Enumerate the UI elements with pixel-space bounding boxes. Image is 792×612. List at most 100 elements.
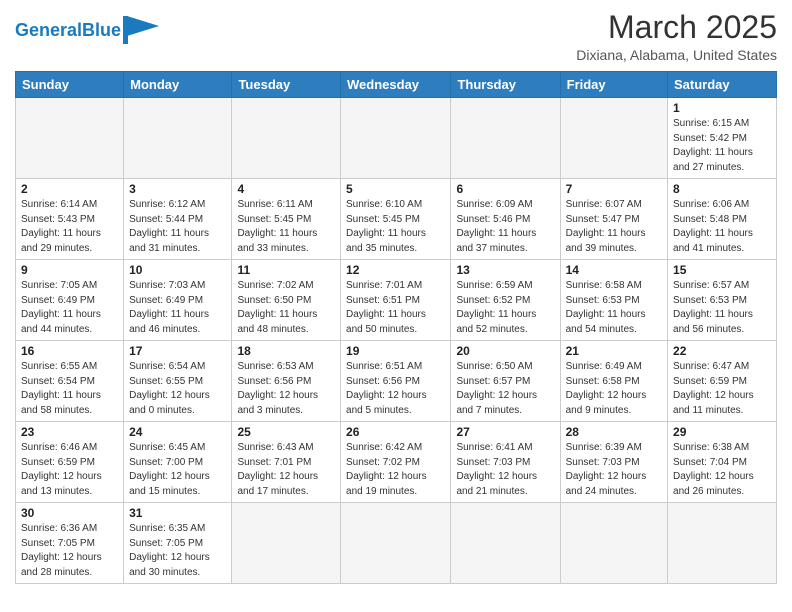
weekday-thursday: Thursday [451,72,560,98]
calendar-cell [560,503,667,584]
calendar-cell [232,503,341,584]
calendar-cell: 28Sunrise: 6:39 AM Sunset: 7:03 PM Dayli… [560,422,667,503]
day-number: 18 [237,344,335,358]
calendar-week-3: 9Sunrise: 7:05 AM Sunset: 6:49 PM Daylig… [16,260,777,341]
day-info: Sunrise: 6:45 AM Sunset: 7:00 PM Dayligh… [129,441,226,499]
calendar-cell: 27Sunrise: 6:41 AM Sunset: 7:03 PM Dayli… [451,422,560,503]
day-number: 24 [129,425,226,439]
month-title: March 2025 [576,10,777,45]
day-info: Sunrise: 6:58 AM Sunset: 6:53 PM Dayligh… [566,279,662,337]
day-number: 15 [673,263,771,277]
calendar-week-6: 30 Sunrise: 6:36 AM Sunset: 7:05 PM Dayli… [16,503,777,584]
day-info: Sunrise: 6:10 AM Sunset: 5:45 PM Dayligh… [346,198,445,256]
day-info: Sunrise: 6:57 AM Sunset: 6:53 PM Dayligh… [673,279,771,337]
header: GeneralBlue March 2025 Dixiana, Alabama,… [15,10,777,63]
day-number: 11 [237,263,335,277]
calendar-cell [16,98,124,179]
day-number: 22 [673,344,771,358]
day-info: Sunrise: 6:55 AM Sunset: 6:54 PM Dayligh… [21,360,118,418]
day-number: 2 [21,182,118,196]
logo-text: GeneralBlue [15,20,121,41]
calendar-cell: 11Sunrise: 7:02 AM Sunset: 6:50 PM Dayli… [232,260,341,341]
calendar: Sunday Monday Tuesday Wednesday Thursday… [15,71,777,584]
page: GeneralBlue March 2025 Dixiana, Alabama,… [0,0,792,599]
calendar-cell: 20 Sunrise: 6:50 AM Sunset: 6:57 PM Dayli… [451,341,560,422]
calendar-cell: 5 Sunrise: 6:10 AM Sunset: 5:45 PM Daylig… [341,179,451,260]
weekday-friday: Friday [560,72,667,98]
calendar-cell [341,503,451,584]
day-number: 3 [129,182,226,196]
day-number: 1 [673,101,771,115]
calendar-cell [451,503,560,584]
day-number: 29 [673,425,771,439]
title-block: March 2025 Dixiana, Alabama, United Stat… [576,10,777,63]
weekday-saturday: Saturday [668,72,777,98]
day-info: Sunrise: 6:35 AM Sunset: 7:05 PM Dayligh… [129,522,226,580]
calendar-cell: 8Sunrise: 6:06 AM Sunset: 5:48 PM Daylig… [668,179,777,260]
calendar-cell: 16Sunrise: 6:55 AM Sunset: 6:54 PM Dayli… [16,341,124,422]
weekday-sunday: Sunday [16,72,124,98]
logo-blue: Blue [82,20,121,40]
calendar-header: Sunday Monday Tuesday Wednesday Thursday… [16,72,777,98]
day-number: 9 [21,263,118,277]
day-info: Sunrise: 6:47 AM Sunset: 6:59 PM Dayligh… [673,360,771,418]
calendar-cell: 17 Sunrise: 6:54 AM Sunset: 6:55 PM Dayli… [124,341,232,422]
day-number: 7 [566,182,662,196]
day-info: Sunrise: 6:39 AM Sunset: 7:03 PM Dayligh… [566,441,662,499]
weekday-tuesday: Tuesday [232,72,341,98]
day-number: 20 [456,344,554,358]
day-number: 19 [346,344,445,358]
calendar-cell: 19 Sunrise: 6:51 AM Sunset: 6:56 PM Dayli… [341,341,451,422]
calendar-cell: 25 Sunrise: 6:43 AM Sunset: 7:01 PM Dayli… [232,422,341,503]
day-number: 10 [129,263,226,277]
day-number: 6 [456,182,554,196]
day-info: Sunrise: 7:01 AM Sunset: 6:51 PM Dayligh… [346,279,445,337]
calendar-cell: 30 Sunrise: 6:36 AM Sunset: 7:05 PM Dayli… [16,503,124,584]
weekday-row: Sunday Monday Tuesday Wednesday Thursday… [16,72,777,98]
weekday-wednesday: Wednesday [341,72,451,98]
day-number: 4 [237,182,335,196]
day-info: Sunrise: 6:50 AM Sunset: 6:57 PM Dayligh… [456,360,554,418]
day-number: 14 [566,263,662,277]
calendar-cell [560,98,667,179]
day-number: 12 [346,263,445,277]
calendar-cell: 3 Sunrise: 6:12 AM Sunset: 5:44 PM Daylig… [124,179,232,260]
calendar-cell [668,503,777,584]
logo-general: General [15,20,82,40]
day-info: Sunrise: 6:12 AM Sunset: 5:44 PM Dayligh… [129,198,226,256]
calendar-cell: 24 Sunrise: 6:45 AM Sunset: 7:00 PM Dayli… [124,422,232,503]
day-info: Sunrise: 6:11 AM Sunset: 5:45 PM Dayligh… [237,198,335,256]
day-info: Sunrise: 6:09 AM Sunset: 5:46 PM Dayligh… [456,198,554,256]
day-info: Sunrise: 6:59 AM Sunset: 6:52 PM Dayligh… [456,279,554,337]
day-number: 13 [456,263,554,277]
calendar-cell: 9Sunrise: 7:05 AM Sunset: 6:49 PM Daylig… [16,260,124,341]
location: Dixiana, Alabama, United States [576,47,777,63]
logo: GeneralBlue [15,16,159,44]
day-info: Sunrise: 6:54 AM Sunset: 6:55 PM Dayligh… [129,360,226,418]
day-info: Sunrise: 6:49 AM Sunset: 6:58 PM Dayligh… [566,360,662,418]
day-info: Sunrise: 6:43 AM Sunset: 7:01 PM Dayligh… [237,441,335,499]
calendar-week-5: 23Sunrise: 6:46 AM Sunset: 6:59 PM Dayli… [16,422,777,503]
calendar-week-1: 1Sunrise: 6:15 AM Sunset: 5:42 PM Daylig… [16,98,777,179]
calendar-cell: 2Sunrise: 6:14 AM Sunset: 5:43 PM Daylig… [16,179,124,260]
day-number: 25 [237,425,335,439]
day-number: 17 [129,344,226,358]
day-number: 30 [21,506,118,520]
day-info: Sunrise: 6:51 AM Sunset: 6:56 PM Dayligh… [346,360,445,418]
calendar-cell [124,98,232,179]
calendar-cell: 22 Sunrise: 6:47 AM Sunset: 6:59 PM Dayli… [668,341,777,422]
calendar-cell: 26Sunrise: 6:42 AM Sunset: 7:02 PM Dayli… [341,422,451,503]
day-info: Sunrise: 6:07 AM Sunset: 5:47 PM Dayligh… [566,198,662,256]
logo-icon [123,16,159,44]
calendar-cell: 1Sunrise: 6:15 AM Sunset: 5:42 PM Daylig… [668,98,777,179]
day-number: 5 [346,182,445,196]
day-info: Sunrise: 6:36 AM Sunset: 7:05 PM Dayligh… [21,522,118,580]
day-info: Sunrise: 7:03 AM Sunset: 6:49 PM Dayligh… [129,279,226,337]
calendar-cell [232,98,341,179]
calendar-week-2: 2Sunrise: 6:14 AM Sunset: 5:43 PM Daylig… [16,179,777,260]
calendar-cell: 21Sunrise: 6:49 AM Sunset: 6:58 PM Dayli… [560,341,667,422]
calendar-cell: 10 Sunrise: 7:03 AM Sunset: 6:49 PM Dayli… [124,260,232,341]
calendar-cell [341,98,451,179]
calendar-cell: 31Sunrise: 6:35 AM Sunset: 7:05 PM Dayli… [124,503,232,584]
calendar-cell: 15 Sunrise: 6:57 AM Sunset: 6:53 PM Dayli… [668,260,777,341]
